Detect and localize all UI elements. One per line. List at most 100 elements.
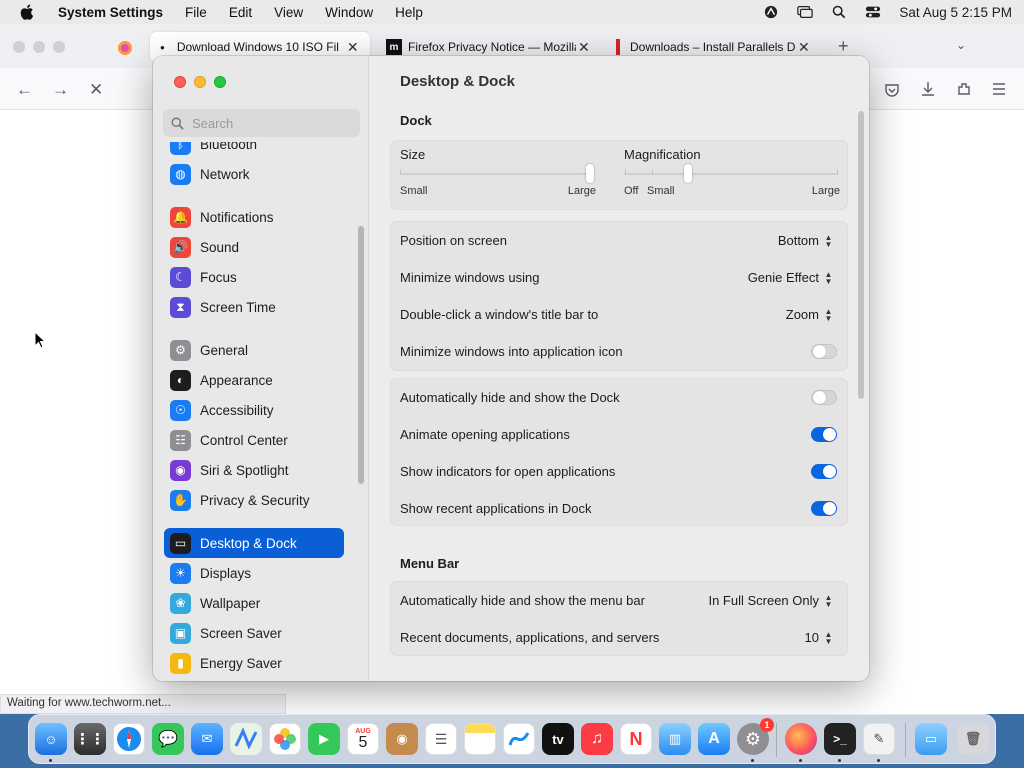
popup-stepper-icon: ▲ ▼ xyxy=(824,306,833,323)
switch-toggle[interactable] xyxy=(811,427,837,442)
sidebar-item-privacy-security[interactable]: ✋ Privacy & Security xyxy=(164,485,344,515)
sidebar-item-displays[interactable]: ☀ Displays xyxy=(164,558,344,588)
search-input[interactable] xyxy=(192,115,352,131)
minimize-effect-row: Minimize windows using Genie Effect ▲ ▼ xyxy=(391,259,847,296)
extensions-icon[interactable] xyxy=(956,81,972,97)
sidebar-item-notifications[interactable]: 🔔 Notifications xyxy=(164,202,344,232)
spotlight-search-icon[interactable] xyxy=(831,5,847,19)
facetime-icon[interactable]: ▶ xyxy=(308,723,340,755)
menubar-autohide-popup[interactable]: In Full Screen Only ▲ ▼ xyxy=(708,593,833,608)
size-slider-track[interactable] xyxy=(400,173,594,175)
minimize-into-icon-toggle[interactable] xyxy=(811,344,837,359)
pane-scrollbar[interactable] xyxy=(858,111,864,399)
pocket-icon[interactable] xyxy=(884,82,900,98)
sidebar-item-screen-time[interactable]: ⧗ Screen Time xyxy=(164,292,344,322)
textedit-icon[interactable]: ✎ xyxy=(863,723,895,755)
minimize-effect-popup[interactable]: Genie Effect ▲ ▼ xyxy=(748,270,833,285)
trash-icon[interactable]: 🗑 xyxy=(957,723,989,755)
dock-separator xyxy=(905,723,906,757)
sidebar-item-control-center[interactable]: ☷ Control Center xyxy=(164,425,344,455)
reminders-icon[interactable]: ☰ xyxy=(425,723,457,755)
browser-zoom-light[interactable] xyxy=(53,41,65,53)
list-tabs-chevron-icon[interactable]: ⌄ xyxy=(956,38,966,52)
close-light[interactable] xyxy=(174,76,186,88)
screen-mirroring-icon[interactable] xyxy=(797,5,814,19)
messages-icon[interactable]: 💬 xyxy=(152,723,184,755)
photos-icon[interactable] xyxy=(269,723,301,755)
recent-items-row: Recent documents, applications, and serv… xyxy=(391,619,847,656)
row-label: Automatically hide and show the Dock xyxy=(400,390,620,405)
contacts-icon[interactable]: ◉ xyxy=(386,723,418,755)
keynote-icon[interactable]: ▥ xyxy=(659,723,691,755)
browser-close-light[interactable] xyxy=(13,41,25,53)
launchpad-icon[interactable]: ⋮⋮ xyxy=(74,723,106,755)
menubar-autohide-row: Automatically hide and show the menu bar… xyxy=(391,582,847,619)
menu-clock[interactable]: Sat Aug 5 2:15 PM xyxy=(899,5,1012,20)
menu-app-name[interactable]: System Settings xyxy=(58,5,163,20)
maps-icon[interactable] xyxy=(230,723,262,755)
sidebar-item-label: Desktop & Dock xyxy=(200,535,297,551)
sidebar-item-screen-saver[interactable]: ▣ Screen Saver xyxy=(164,618,344,648)
system-settings-icon[interactable]: ⚙ 1 xyxy=(737,718,774,755)
sidebar-item-accessibility[interactable]: ☉ Accessibility xyxy=(164,395,344,425)
apple-menu-icon[interactable] xyxy=(20,4,34,20)
new-tab-icon[interactable]: + xyxy=(838,36,849,57)
hamburger-menu-icon[interactable] xyxy=(992,82,1006,96)
sidebar-item-appearance[interactable]: ◐ Appearance xyxy=(164,365,344,395)
size-slider-knob[interactable] xyxy=(586,164,594,183)
search-field[interactable] xyxy=(163,109,360,137)
switch-toggle[interactable] xyxy=(811,390,837,405)
menu-help[interactable]: Help xyxy=(395,5,423,20)
switch-toggle[interactable] xyxy=(811,464,837,479)
stop-loading-icon[interactable]: ✕ xyxy=(89,80,103,100)
app-store-icon[interactable]: A xyxy=(698,723,730,755)
magnification-slider-knob[interactable] xyxy=(684,164,693,183)
position-popup[interactable]: Bottom ▲ ▼ xyxy=(778,233,833,248)
recent-items-popup[interactable]: 10 ▲ ▼ xyxy=(805,630,833,645)
sidebar-item-general[interactable]: ⚙ General xyxy=(164,335,344,365)
freeform-icon[interactable] xyxy=(503,723,535,755)
magnification-slider-track[interactable] xyxy=(624,173,838,175)
sidebar-item-focus[interactable]: ☾ Focus xyxy=(164,262,344,292)
terminal-icon[interactable]: >_ xyxy=(824,723,856,755)
downloads-icon[interactable] xyxy=(920,81,936,97)
tab-close-icon[interactable]: ✕ xyxy=(347,39,359,56)
row-label: Minimize windows into application icon xyxy=(400,344,623,359)
double-click-popup[interactable]: Zoom ▲ ▼ xyxy=(786,307,833,322)
sidebar-item-network[interactable]: ◍ Network xyxy=(164,159,344,189)
downloads-folder-icon[interactable]: ▭ xyxy=(915,723,947,755)
zoom-light[interactable] xyxy=(214,76,226,88)
finder-icon[interactable]: ☺ xyxy=(35,723,67,755)
parallels-status-icon[interactable] xyxy=(763,5,779,19)
sidebar-scrollbar[interactable] xyxy=(358,226,364,484)
browser-minimize-light[interactable] xyxy=(33,41,45,53)
mail-icon[interactable]: ✉ xyxy=(191,723,223,755)
sidebar-item-bluetooth[interactable]: ᛒ Bluetooth xyxy=(164,142,344,159)
sidebar-item-energy-saver[interactable]: ▮ Energy Saver xyxy=(164,648,344,678)
menu-edit[interactable]: Edit xyxy=(229,5,252,20)
notes-icon[interactable] xyxy=(464,723,496,755)
sidebar-item-siri-spotlight[interactable]: ◉ Siri & Spotlight xyxy=(164,455,344,485)
forward-icon[interactable]: → xyxy=(52,80,69,100)
menu-window[interactable]: Window xyxy=(325,5,373,20)
sidebar-item-desktop-dock[interactable]: ▭ Desktop & Dock xyxy=(164,528,344,558)
tab-close-icon[interactable]: ✕ xyxy=(798,39,810,56)
safari-icon[interactable] xyxy=(113,723,145,755)
minimize-light[interactable] xyxy=(194,76,206,88)
apple-tv-icon[interactable]: tv xyxy=(542,723,574,755)
control-center-menu-icon[interactable] xyxy=(865,5,881,19)
firefox-icon[interactable] xyxy=(785,723,817,755)
back-icon[interactable]: ← xyxy=(16,80,33,100)
tab-close-icon[interactable]: ✕ xyxy=(578,39,590,56)
menu-view[interactable]: View xyxy=(274,5,303,20)
sidebar-item-wallpaper[interactable]: ❀ Wallpaper xyxy=(164,588,344,618)
bell-icon: 🔔 xyxy=(170,206,191,228)
music-icon[interactable]: ♫ xyxy=(581,723,613,755)
firefox-view-icon[interactable] xyxy=(117,40,133,56)
calendar-icon[interactable]: AUG 5 xyxy=(347,723,379,755)
switch-toggle[interactable] xyxy=(811,501,837,516)
menu-file[interactable]: File xyxy=(185,5,207,20)
news-icon[interactable]: N xyxy=(620,723,652,755)
sidebar-item-sound[interactable]: 🔊 Sound xyxy=(164,232,344,262)
row-label: Show recent applications in Dock xyxy=(400,501,592,516)
